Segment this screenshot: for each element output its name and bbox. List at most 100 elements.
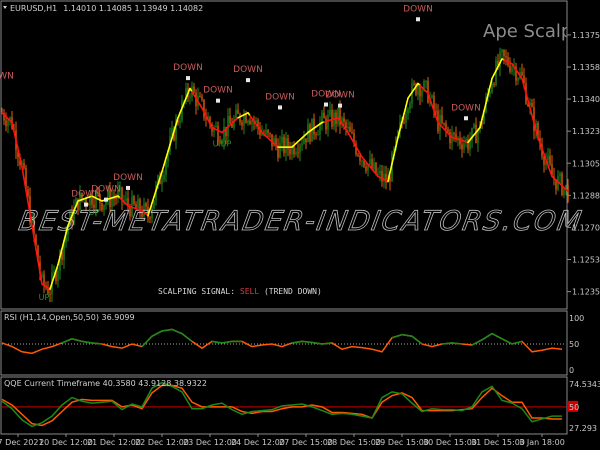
candle-body <box>251 120 253 125</box>
candle-body <box>359 155 361 161</box>
rsi-above-level-segment <box>301 340 313 344</box>
candle-body <box>443 122 445 124</box>
candle-body <box>449 131 451 144</box>
axis-tick-label: 74.5343 <box>569 380 600 389</box>
candle-body <box>331 109 333 127</box>
candle-body <box>369 159 371 165</box>
signal-marker-icon <box>338 103 342 108</box>
candle-body <box>179 120 181 123</box>
candle-body <box>477 130 479 144</box>
candle-body <box>23 162 25 168</box>
candle-body <box>323 112 325 119</box>
candle-body <box>565 184 567 188</box>
axis-tick-label: 0 <box>569 366 574 375</box>
axis-tick-label: 100 <box>569 314 584 323</box>
symbol: EURUSD,H1 <box>10 4 57 13</box>
candle-body <box>435 110 437 112</box>
candle-body <box>363 160 365 167</box>
signal-marker-icon <box>416 17 420 22</box>
rsi-title: RSI (H1,14,Open,50,50) 36.9099 <box>4 313 135 322</box>
price-tick-label: 1.12355 <box>572 288 600 297</box>
candle-body <box>49 293 51 295</box>
candle-body <box>279 142 281 158</box>
up-signal-label: UP <box>221 140 232 149</box>
svg-text:BEST-METATRADER-INDICATORS.COM: BEST-METATRADER-INDICATORS.COM <box>16 206 585 237</box>
candle-body <box>325 118 327 130</box>
candle-body <box>229 116 231 124</box>
candle-body <box>313 118 315 135</box>
candle-body <box>249 120 251 125</box>
rsi-above-level-segment <box>321 342 333 345</box>
price-tick-label: 1.12705 <box>572 223 600 232</box>
candle-body <box>161 179 163 185</box>
candle-body <box>283 136 285 154</box>
time-tick-label: 31 Dec 15:00 <box>471 438 525 447</box>
time-tick-label: 17 Dec 2021 <box>0 438 44 447</box>
price-tick-label: 1.13405 <box>572 95 600 104</box>
candle-body <box>459 137 461 145</box>
price-tick-label: 1.13580 <box>572 63 600 72</box>
time-tick-label: 22 Dec 12:00 <box>135 438 189 447</box>
signal-marker-icon <box>84 202 88 207</box>
candle-body <box>445 123 447 130</box>
candle-body <box>255 120 257 123</box>
signal-value: SELL <box>240 287 259 296</box>
axis-tick-label: 50 <box>569 340 579 349</box>
candle-body <box>115 198 117 200</box>
candle-body <box>281 136 283 143</box>
candle-body <box>501 49 503 53</box>
candle-body <box>549 155 551 165</box>
ohlc-values: 1.14010 1.14085 1.13949 1.14082 <box>63 4 203 13</box>
candle-body <box>5 120 7 126</box>
down-signal-label: DOWN <box>451 103 481 113</box>
price-axis: 1.13755 1.13580 1.13405 1.13230 1.13055 1.128… <box>567 31 600 297</box>
candle-body <box>133 196 135 205</box>
candle-body <box>265 129 267 135</box>
signal-marker-icon <box>104 197 108 202</box>
down-signal-label: DOWN <box>233 65 263 75</box>
candle-body <box>405 114 407 123</box>
candle-body <box>285 138 287 154</box>
candle-body <box>57 270 59 282</box>
candle-body <box>567 184 569 202</box>
candle-body <box>163 175 165 180</box>
candle-body <box>239 113 241 123</box>
candle-body <box>235 109 237 119</box>
candle-body <box>189 96 191 98</box>
price-tick-label: 1.13230 <box>572 127 600 136</box>
candle-body <box>357 154 359 156</box>
candle-body <box>361 160 363 162</box>
candle-body <box>409 103 411 110</box>
candle-body <box>419 85 421 97</box>
candle-body <box>489 92 491 94</box>
candle-body <box>241 122 243 126</box>
candle-body <box>493 83 495 86</box>
time-tick-label: 29 Dec 15:00 <box>375 438 429 447</box>
price-tick-label: 1.13055 <box>572 159 600 168</box>
down-signal-label: DOWN <box>325 91 355 101</box>
candle-body <box>269 132 271 135</box>
candle-body <box>43 274 45 286</box>
price-tick-label: 1.12530 <box>572 256 600 265</box>
candle-body <box>379 171 381 174</box>
candle-body <box>165 161 167 176</box>
candle-body <box>305 138 307 143</box>
candle-body <box>193 86 195 93</box>
signal-prefix: SCALPING SIGNAL: <box>158 287 240 296</box>
candle-body <box>431 95 433 98</box>
candle-body <box>503 49 505 57</box>
candle-body <box>315 134 317 136</box>
down-signal-label: DOWN <box>91 185 121 195</box>
candle-body <box>41 274 43 276</box>
candle-body <box>531 102 533 107</box>
candle-body <box>297 152 299 154</box>
candle-body <box>517 78 519 81</box>
candle-body <box>289 149 291 155</box>
up-signal-label: UP <box>39 293 50 302</box>
rsi-above-level-segment <box>451 342 463 345</box>
candle-body <box>203 99 205 118</box>
candle-body <box>547 155 549 161</box>
candle-body <box>247 120 249 123</box>
candle-body <box>299 145 301 153</box>
signal-marker-icon <box>246 78 250 83</box>
